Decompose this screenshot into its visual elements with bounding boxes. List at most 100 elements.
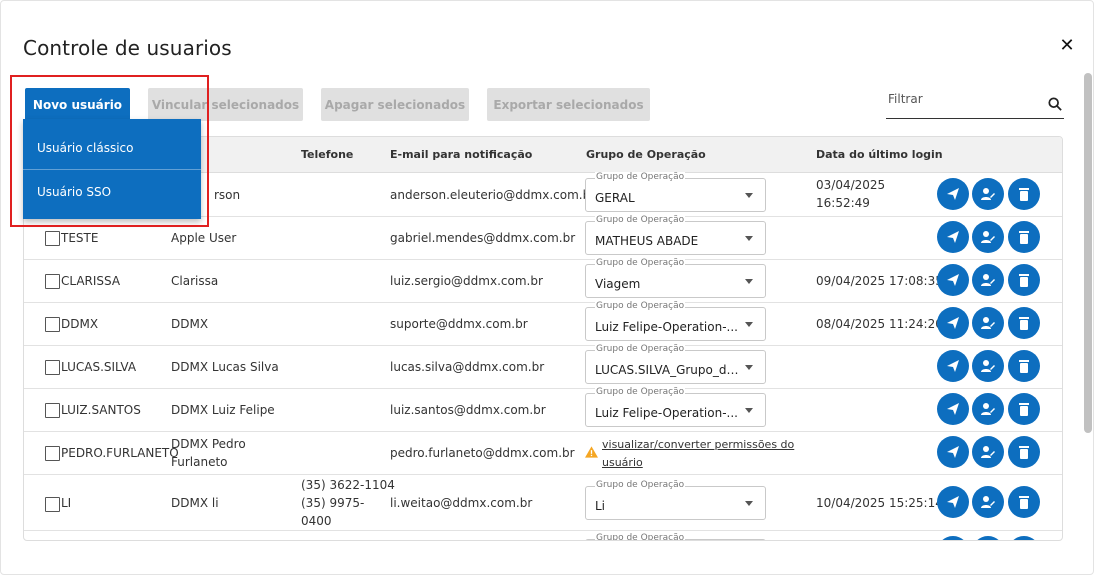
row-checkbox[interactable] [45, 317, 60, 332]
user-login: LUCAS.SILVA [61, 360, 137, 374]
operation-group-select[interactable]: Grupo de Operação Viagem [585, 258, 766, 298]
edit-user-icon[interactable] [972, 307, 1004, 339]
user-email: li.weitao@ddmx.com.br [390, 496, 533, 510]
edit-user-icon[interactable] [972, 436, 1004, 468]
send-icon[interactable] [937, 350, 969, 382]
operation-group-select[interactable]: Grupo de Operação MATHEUS ABADE [585, 215, 766, 255]
row-checkbox[interactable] [45, 497, 60, 512]
select-value: Li [595, 499, 606, 513]
convert-permissions-link[interactable]: visualizar/converter permissões do [602, 436, 794, 453]
send-icon[interactable] [937, 307, 969, 339]
user-name: DDMX Luiz Felipe [171, 403, 275, 417]
user-email: luiz.santos@ddmx.com.br [390, 403, 546, 417]
user-control-dialog: Controle de usuarios ✕ Novo usuário Vinc… [0, 0, 1094, 575]
send-icon[interactable] [937, 178, 969, 210]
new-user-dropdown: Usuário clássico Usuário SSO [23, 119, 201, 219]
user-login: PEDRO.FURLANETO [61, 446, 179, 460]
select-value: GERAL [595, 191, 635, 205]
user-email: pedro.furlaneto@ddmx.com.br [390, 446, 575, 460]
chevron-down-icon [745, 193, 753, 198]
operation-group-select[interactable]: Grupo de Operação Luiz Felipe-Operation-… [585, 387, 766, 427]
table-row[interactable]: TESTE Apple User gabriel.mendes@ddmx.com… [24, 215, 1062, 260]
table-row[interactable]: LI DDMX li (35) 3622-1104 (35) 9975- 040… [24, 475, 1062, 531]
row-checkbox[interactable] [45, 360, 60, 375]
menu-item-sso-user[interactable]: Usuário SSO [23, 167, 201, 217]
user-email: suporte@ddmx.com.br [390, 317, 528, 331]
edit-user-icon[interactable] [972, 486, 1004, 518]
table-row[interactable]: DDMX DDMX suporte@ddmx.com.br Grupo de O… [24, 301, 1062, 346]
menu-item-classic-user[interactable]: Usuário clássico [23, 123, 201, 173]
row-checkbox[interactable] [45, 274, 60, 289]
header-telefone: Telefone [301, 148, 354, 161]
send-icon[interactable] [937, 536, 969, 540]
select-value: Luiz Felipe-Operation-... [595, 406, 738, 420]
search-icon[interactable] [1048, 97, 1062, 111]
send-icon[interactable] [937, 264, 969, 296]
chevron-down-icon [745, 365, 753, 370]
edit-user-icon[interactable] [972, 536, 1004, 540]
operation-group-select[interactable]: Grupo de Operação GERAL [585, 172, 766, 212]
header-email: E-mail para notificação [390, 148, 533, 161]
select-value: MATHEUS ABADE [595, 234, 699, 248]
trash-icon[interactable] [1008, 436, 1040, 468]
user-name: DDMX li [171, 496, 219, 510]
last-login-date: 09/04/2025 17:08:35 [816, 274, 943, 288]
last-login-date: 10/04/2025 15:25:14 [816, 496, 943, 510]
filter-input[interactable]: Filtrar [886, 89, 1064, 119]
last-login-time: 16:52:49 [816, 196, 870, 210]
filter-label: Filtrar [888, 92, 923, 106]
operation-group-select[interactable]: Grupo de Operação [585, 533, 766, 540]
operation-group-select[interactable]: Grupo de Operação LUCAS.SILVA_Grupo_de_.… [585, 344, 766, 384]
edit-user-icon[interactable] [972, 350, 1004, 382]
trash-icon[interactable] [1008, 178, 1040, 210]
trash-icon[interactable] [1008, 264, 1040, 296]
table-row[interactable]: LUIZ.SANTOS DDMX Luiz Felipe luiz.santos… [24, 387, 1062, 432]
new-user-button[interactable]: Novo usuário [25, 88, 130, 121]
trash-icon[interactable] [1008, 350, 1040, 382]
user-email: luiz.sergio@ddmx.com.br [390, 274, 543, 288]
edit-user-icon[interactable] [972, 178, 1004, 210]
trash-icon[interactable] [1008, 536, 1040, 540]
operation-group-select[interactable]: Grupo de Operação Luiz Felipe-Operation-… [585, 301, 766, 341]
table-row[interactable]: CLARISSA Clarissa luiz.sergio@ddmx.com.b… [24, 258, 1062, 303]
send-icon[interactable] [937, 393, 969, 425]
row-checkbox[interactable] [45, 231, 60, 246]
delete-selected-button[interactable]: Apagar selecionados [321, 88, 469, 121]
select-value: LUCAS.SILVA_Grupo_de_... [595, 363, 745, 377]
last-login-date: 03/04/2025 [816, 178, 886, 192]
warning-icon [585, 446, 598, 458]
user-name: Clarissa [171, 274, 219, 288]
scrollbar[interactable] [1084, 73, 1092, 433]
trash-icon[interactable] [1008, 221, 1040, 253]
select-label: Grupo de Operação [595, 258, 686, 268]
row-checkbox[interactable] [45, 403, 60, 418]
edit-user-icon[interactable] [972, 221, 1004, 253]
edit-user-icon[interactable] [972, 393, 1004, 425]
header-grupo: Grupo de Operação [586, 148, 706, 161]
select-label: Grupo de Operação [595, 172, 686, 182]
user-phone-3: 0400 [301, 514, 332, 528]
send-icon[interactable] [937, 436, 969, 468]
export-selected-button[interactable]: Exportar selecionados [487, 88, 650, 121]
trash-icon[interactable] [1008, 393, 1040, 425]
operation-group-select[interactable]: Grupo de Operação Li [585, 480, 766, 520]
user-email: anderson.eleuterio@ddmx.com.br [390, 188, 596, 202]
select-label: Grupo de Operação [595, 344, 686, 354]
row-checkbox[interactable] [45, 446, 60, 461]
table-row[interactable]: Grupo de Operação [24, 531, 1062, 540]
edit-user-icon[interactable] [972, 264, 1004, 296]
link-selected-button[interactable]: Vincular selecionados [148, 88, 303, 121]
convert-permissions-link-line2[interactable]: usuário [602, 454, 643, 471]
user-name: rson [214, 188, 241, 202]
table-row[interactable]: PEDRO.FURLANETO DDMX Pedro Furlaneto ped… [24, 432, 1062, 475]
close-icon[interactable]: ✕ [1057, 36, 1077, 56]
dialog-title: Controle de usuarios [23, 36, 232, 60]
trash-icon[interactable] [1008, 486, 1040, 518]
table-row[interactable]: LUCAS.SILVA DDMX Lucas Silva lucas.silva… [24, 344, 1062, 389]
select-label: Grupo de Operação [595, 387, 686, 397]
trash-icon[interactable] [1008, 307, 1040, 339]
chevron-down-icon [745, 236, 753, 241]
send-icon[interactable] [937, 486, 969, 518]
send-icon[interactable] [937, 221, 969, 253]
select-value: Viagem [595, 277, 641, 291]
